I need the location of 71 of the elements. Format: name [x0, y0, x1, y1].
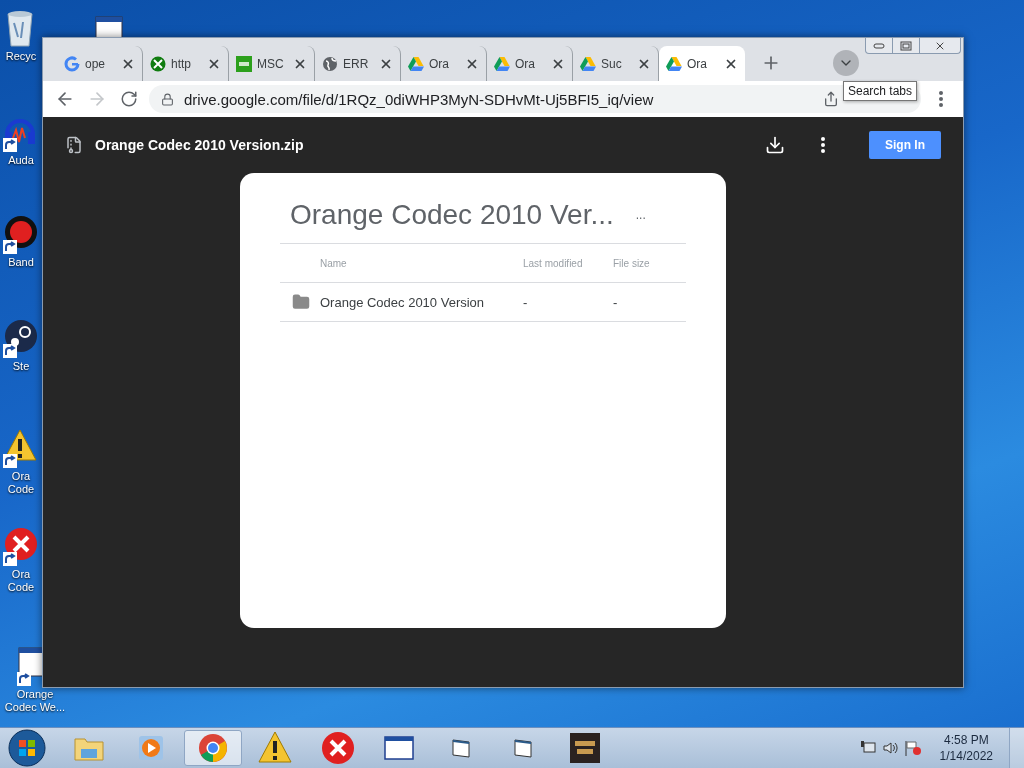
- warning-icon: [258, 730, 292, 766]
- shortcut-arrow-icon: [3, 454, 17, 468]
- reload-icon: [120, 90, 138, 108]
- drive-icon: [580, 56, 596, 71]
- record-icon: [3, 214, 37, 250]
- clock[interactable]: 4:58 PM 1/14/2022: [939, 732, 993, 764]
- browser-tab[interactable]: Ora: [659, 46, 745, 81]
- folder-title: Orange Codec 2010 Ver...: [290, 199, 614, 231]
- column-header: Name: [320, 257, 348, 269]
- download-icon: [765, 135, 785, 155]
- menu-icon: [939, 91, 943, 107]
- desktop-icon-label[interactable]: Orange Codec We...: [4, 688, 66, 714]
- xbox-icon: [150, 55, 166, 72]
- steam-icon: [3, 318, 37, 354]
- volume-icon[interactable]: [881, 740, 898, 756]
- desktop-icon-label[interactable]: Ste: [12, 360, 30, 373]
- google-icon: [64, 55, 80, 72]
- shortcut-arrow-icon: [17, 672, 31, 686]
- table-cell-text: Orange Codec 2010 Version: [320, 294, 486, 310]
- tab-title: Suc: [601, 56, 623, 71]
- network-icon[interactable]: [859, 740, 876, 756]
- tab-title: ope: [85, 56, 107, 71]
- tab-title: Ora: [687, 56, 708, 71]
- window-icon: [451, 738, 471, 758]
- share-icon[interactable]: [823, 91, 839, 107]
- file-name: Orange Codec 2010 Version.zip: [95, 137, 305, 153]
- flag-icon[interactable]: [903, 740, 922, 756]
- drive-icon: [666, 56, 682, 71]
- restore-icon: [900, 40, 912, 51]
- table-cell-text: -: [613, 294, 619, 310]
- shortcut-arrow-icon: [3, 552, 17, 566]
- desktop-icon-label[interactable]: Ora Code: [4, 568, 38, 594]
- date-text: 1/14/2022: [939, 748, 993, 764]
- shortcut-arrow-icon: [3, 344, 17, 358]
- tab-title: ERR: [343, 56, 370, 71]
- drive-icon: [408, 56, 424, 71]
- minimize-icon: [873, 42, 885, 49]
- window-icon: [384, 736, 414, 760]
- lock-icon: [161, 92, 174, 106]
- error-icon: [3, 526, 37, 562]
- ocx-icon: [236, 55, 252, 72]
- folder-icon: [74, 735, 104, 761]
- file-icon: [65, 136, 83, 154]
- column-header: File size: [613, 257, 651, 269]
- desktop-icon-label[interactable]: Auda: [8, 154, 34, 167]
- desktop-icon-label[interactable]: Band: [8, 256, 34, 269]
- tab-title: http: [171, 56, 192, 71]
- window-icon: [513, 738, 533, 758]
- drive-icon: [494, 56, 510, 71]
- time-text: 4:58 PM: [943, 732, 989, 748]
- folder-icon: [292, 293, 310, 311]
- tooltip: Search tabs: [843, 81, 918, 101]
- file-row[interactable]: Orange Codec 2010 Version - -: [280, 282, 686, 322]
- column-header: Last modified: [523, 257, 584, 269]
- play-icon: [138, 735, 164, 761]
- search-tabs-button[interactable]: [833, 50, 859, 76]
- chrome-icon: [198, 733, 228, 763]
- globe-icon: [322, 55, 338, 72]
- shortcut-arrow-icon: [3, 138, 17, 152]
- tab-title: Ora: [429, 56, 450, 71]
- desktop-icon-label[interactable]: Ora Code: [4, 470, 38, 496]
- tab-title: MSC: [257, 56, 285, 71]
- tab-title: Ora: [515, 56, 536, 71]
- more-link[interactable]: ...: [635, 208, 646, 222]
- shortcut-arrow-icon: [3, 240, 17, 254]
- desktop-icon-label[interactable]: Recyc: [5, 50, 37, 63]
- thumbnail-icon: [570, 733, 600, 763]
- start-button[interactable]: [8, 729, 46, 767]
- more-icon: [821, 137, 825, 153]
- error-icon: [320, 730, 354, 766]
- table-cell-text: -: [523, 294, 529, 310]
